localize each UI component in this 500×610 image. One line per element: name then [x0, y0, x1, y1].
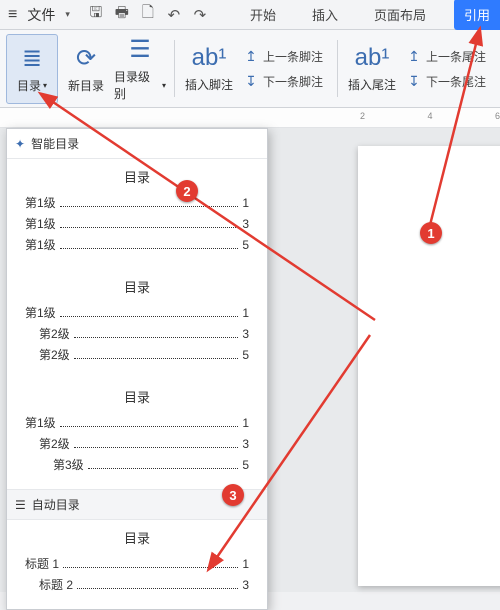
toc-level-button[interactable]: ☰ 目录级别▾ — [114, 34, 166, 104]
toc-title: 目录 — [25, 277, 249, 296]
refresh-toc-icon: ⟳ — [76, 44, 96, 73]
toc-level-icon: ☰ — [129, 35, 151, 64]
toc-title: 目录 — [25, 167, 249, 186]
prev-footnote-button[interactable]: ↥上一条脚注 — [239, 46, 327, 67]
footnote-icon: ab¹ — [192, 44, 227, 72]
document-page[interactable] — [358, 146, 500, 586]
new-toc-label: 新目录 — [68, 77, 104, 94]
quick-access-toolbar: 🖫 🖶 🗋 ↶ ↷ — [86, 5, 210, 25]
toc-dropdown-panel: ✦ 智能目录 目录 第1级1 第1级3 第1级5 目录 第1级1 第2级3 第2… — [6, 128, 268, 610]
save-icon[interactable]: 🖫 — [86, 5, 106, 25]
tab-layout[interactable]: 页面布局 — [366, 0, 434, 30]
toc-row: 第1级1 — [25, 194, 249, 211]
endnote-icon: ab¹ — [355, 44, 390, 72]
separator — [174, 40, 175, 97]
next-footnote-label: 下一条脚注 — [263, 73, 323, 90]
next-endnote-button[interactable]: ↧下一条尾注 — [402, 71, 490, 92]
toc-level-label: 目录级别 — [114, 68, 160, 102]
smart-toc-label: 智能目录 — [31, 135, 79, 152]
tab-insert[interactable]: 插入 — [304, 0, 346, 30]
toc-row: 第2级3 — [25, 435, 249, 452]
prev-footnote-label: 上一条脚注 — [263, 48, 323, 65]
next-footnote-button[interactable]: ↧下一条脚注 — [239, 71, 327, 92]
toc-row: 第1级3 — [25, 215, 249, 232]
next-endnote-label: 下一条尾注 — [426, 73, 486, 90]
new-toc-button[interactable]: ⟳ 新目录 — [60, 34, 112, 104]
print-preview-icon[interactable]: 🗋 — [138, 5, 158, 25]
ribbon: ≣ 目录▾ ⟳ 新目录 ☰ 目录级别▾ ab¹ 插入脚注 ↥上一条脚注 ↧下一条… — [0, 30, 500, 108]
separator — [337, 40, 338, 97]
tab-references[interactable]: 引用 — [454, 0, 500, 30]
toc-style-1[interactable]: 目录 第1级1 第1级3 第1级5 — [7, 159, 267, 269]
chevron-down-icon: ▾ — [162, 81, 166, 90]
toc-title: 目录 — [25, 528, 249, 547]
next-endnote-icon: ↧ — [406, 73, 422, 89]
smart-toc-icon: ✦ — [15, 137, 25, 151]
hamburger-icon[interactable]: ≡ — [8, 6, 17, 24]
insert-endnote-label: 插入尾注 — [348, 76, 396, 93]
toc-title: 目录 — [25, 387, 249, 406]
toc-row: 标题 11 — [25, 555, 249, 572]
redo-icon[interactable]: ↷ — [190, 5, 210, 25]
toc-row: 第1级1 — [25, 304, 249, 321]
prev-endnote-icon: ↥ — [406, 48, 422, 64]
insert-footnote-label: 插入脚注 — [185, 76, 233, 93]
chevron-down-icon[interactable]: ▾ — [65, 9, 70, 20]
undo-icon[interactable]: ↶ — [164, 5, 184, 25]
ribbon-tabs: 开始 插入 页面布局 引用 — [242, 0, 500, 30]
insert-endnote-button[interactable]: ab¹ 插入尾注 — [346, 34, 398, 104]
smart-toc-header[interactable]: ✦ 智能目录 — [7, 129, 267, 159]
document-area: ✦ 智能目录 目录 第1级1 第1级3 第1级5 目录 第1级1 第2级3 第2… — [0, 128, 500, 592]
prev-endnote-label: 上一条尾注 — [426, 48, 486, 65]
ruler: 2 4 6 8 — [0, 108, 500, 128]
insert-footnote-button[interactable]: ab¹ 插入脚注 — [183, 34, 235, 104]
prev-endnote-button[interactable]: ↥上一条尾注 — [402, 46, 490, 67]
toc-row: 第3级5 — [25, 456, 249, 473]
toc-label: 目录 — [17, 77, 41, 94]
toc-style-2[interactable]: 目录 第1级1 第2级3 第2级5 — [7, 269, 267, 379]
next-footnote-icon: ↧ — [243, 73, 259, 89]
toc-icon: ≣ — [22, 44, 42, 73]
menubar: ≡ 文件 ▾ 🖫 🖶 🗋 ↶ ↷ 开始 插入 页面布局 引用 — [0, 0, 500, 30]
auto-toc-label: 自动目录 — [32, 496, 80, 513]
toc-style-3[interactable]: 目录 第1级1 第2级3 第3级5 — [7, 379, 267, 489]
toc-style-auto[interactable]: 目录 标题 11 标题 23 — [7, 520, 267, 609]
toc-row: 第2级5 — [25, 346, 249, 363]
prev-footnote-icon: ↥ — [243, 48, 259, 64]
tab-start[interactable]: 开始 — [242, 0, 284, 30]
print-icon[interactable]: 🖶 — [112, 5, 132, 25]
toc-row: 第2级3 — [25, 325, 249, 342]
toc-row: 第1级5 — [25, 236, 249, 253]
file-menu[interactable]: 文件 — [27, 5, 55, 25]
auto-toc-header[interactable]: ☰ 自动目录 — [7, 489, 267, 520]
toc-row: 标题 23 — [25, 576, 249, 593]
toc-row: 第1级1 — [25, 414, 249, 431]
auto-toc-icon: ☰ — [15, 498, 26, 512]
toc-button[interactable]: ≣ 目录▾ — [6, 34, 58, 104]
chevron-down-icon: ▾ — [43, 81, 47, 90]
